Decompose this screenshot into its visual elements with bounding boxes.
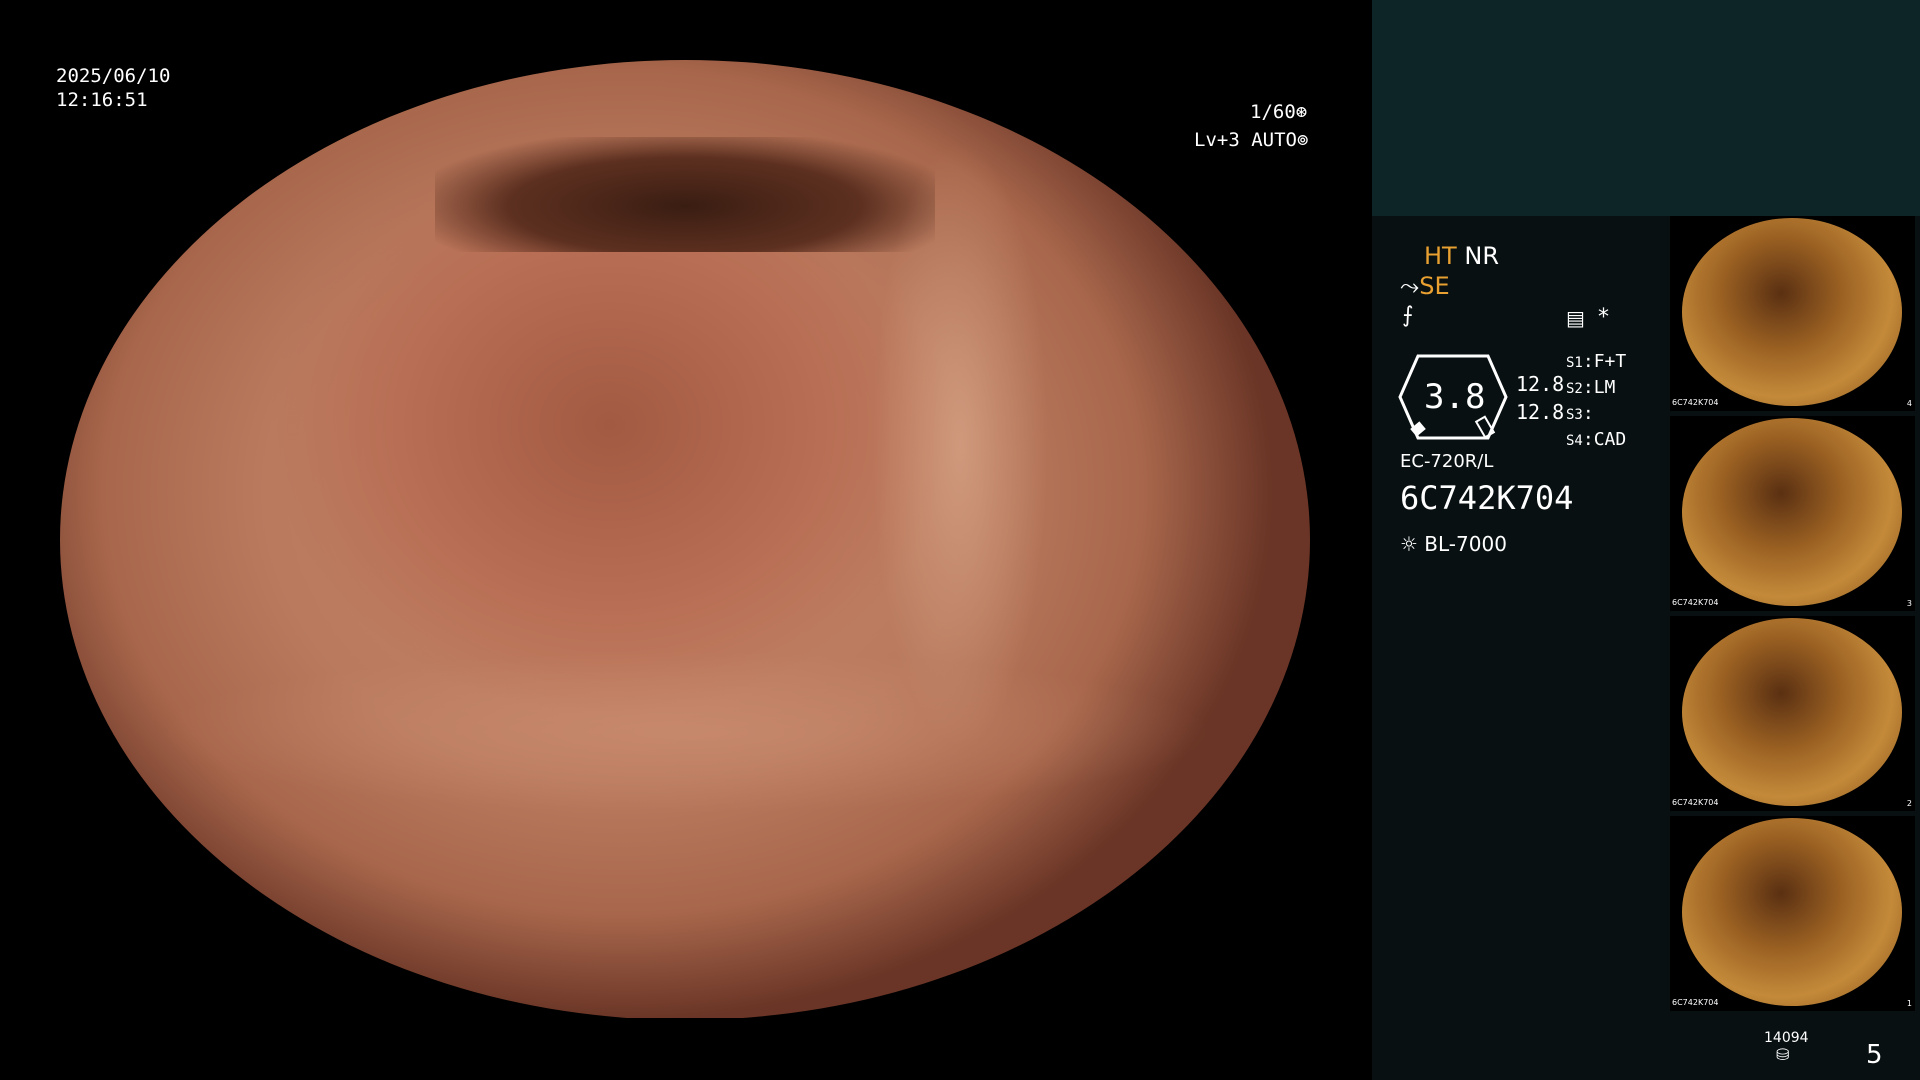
thumbnail-index: 4 (1906, 399, 1912, 408)
switch-s1: S1:F+T (1566, 351, 1627, 372)
s4-value: CAD (1593, 429, 1627, 450)
light-source-label: BL-7000 (1424, 532, 1507, 556)
panel-header (1372, 0, 1920, 216)
s1-value: F+T (1593, 351, 1627, 372)
ht-indicator: HT (1424, 242, 1457, 270)
thumbnail[interactable]: 6C742K704 3 (1670, 416, 1915, 611)
curve-icon: ⤳ (1400, 272, 1420, 300)
switch-s4: S4:CAD (1566, 429, 1627, 450)
aperture-icon: ⊛ (1295, 101, 1308, 123)
thumbnail[interactable]: 6C742K704 1 (1670, 816, 1915, 1011)
mask-bottom (0, 1018, 1372, 1080)
asterisk-icon: * (1598, 305, 1609, 330)
mask-top (0, 0, 1372, 60)
se-indicator: SE (1419, 272, 1450, 300)
thumbnail-image (1682, 618, 1902, 806)
thumbnail-index: 3 (1906, 599, 1912, 608)
thumbnail-index: 1 (1906, 999, 1912, 1008)
thumbnail-caption: 6C742K704 (1672, 598, 1719, 607)
database-icon: ⛁ (1776, 1045, 1790, 1064)
lamp-icon: ☼ (1400, 532, 1418, 556)
thumbnail-caption: 6C742K704 (1672, 398, 1719, 407)
page-number: 5 (1866, 1040, 1883, 1070)
auto-iris-icon: ⊚ (1296, 129, 1309, 151)
s1-label: S1 (1566, 355, 1583, 371)
scope-serial: 6C742K704 (1400, 479, 1574, 517)
value-2: 12.8 (1516, 400, 1565, 424)
scope-model: EC-720R/L (1400, 451, 1494, 472)
thumbnail[interactable]: 6C742K704 4 (1670, 216, 1915, 411)
thumbnail-caption: 6C742K704 (1672, 998, 1719, 1007)
thumbnail-image (1682, 818, 1902, 1006)
nr-indicator: NR (1464, 242, 1499, 270)
switch-s2: S2:LM (1566, 377, 1616, 398)
thumbnail-image (1682, 418, 1902, 606)
storage-count: 14094 (1764, 1030, 1809, 1046)
record-icon: ▤ (1566, 306, 1585, 330)
thumbnail[interactable]: 6C742K704 2 (1670, 616, 1915, 811)
value-1: 12.8 (1516, 372, 1565, 396)
level-display: Lv+3 AUTO⊚ (1194, 128, 1308, 152)
light-source: ☼ BL-7000 (1400, 532, 1507, 556)
thumbnail-index: 2 (1906, 799, 1912, 808)
s4-label: S4 (1566, 433, 1583, 449)
date-display: 2025/06/10 (56, 65, 171, 87)
shutter-value: 1/60 (1250, 101, 1296, 123)
s2-value: LM (1593, 377, 1616, 398)
gauge-value: 3.8 (1424, 377, 1486, 417)
sharpness-icon: ⨍ (1402, 303, 1414, 328)
thumbnail-image (1682, 218, 1902, 406)
endoscope-image (60, 60, 1310, 1020)
se-row: ⤳SE (1400, 274, 1450, 298)
switch-s3: S3: (1566, 403, 1594, 424)
s2-label: S2 (1566, 381, 1583, 397)
level-value: Lv+3 (1194, 129, 1240, 151)
s3-label: S3 (1566, 407, 1583, 423)
thumbnail-caption: 6C742K704 (1672, 798, 1719, 807)
shutter-display: 1/60⊛ (1250, 100, 1307, 124)
time-display: 12:16:51 (56, 89, 148, 111)
mode-value: AUTO (1251, 129, 1297, 151)
enhancement-status: HT NR (1424, 244, 1499, 268)
